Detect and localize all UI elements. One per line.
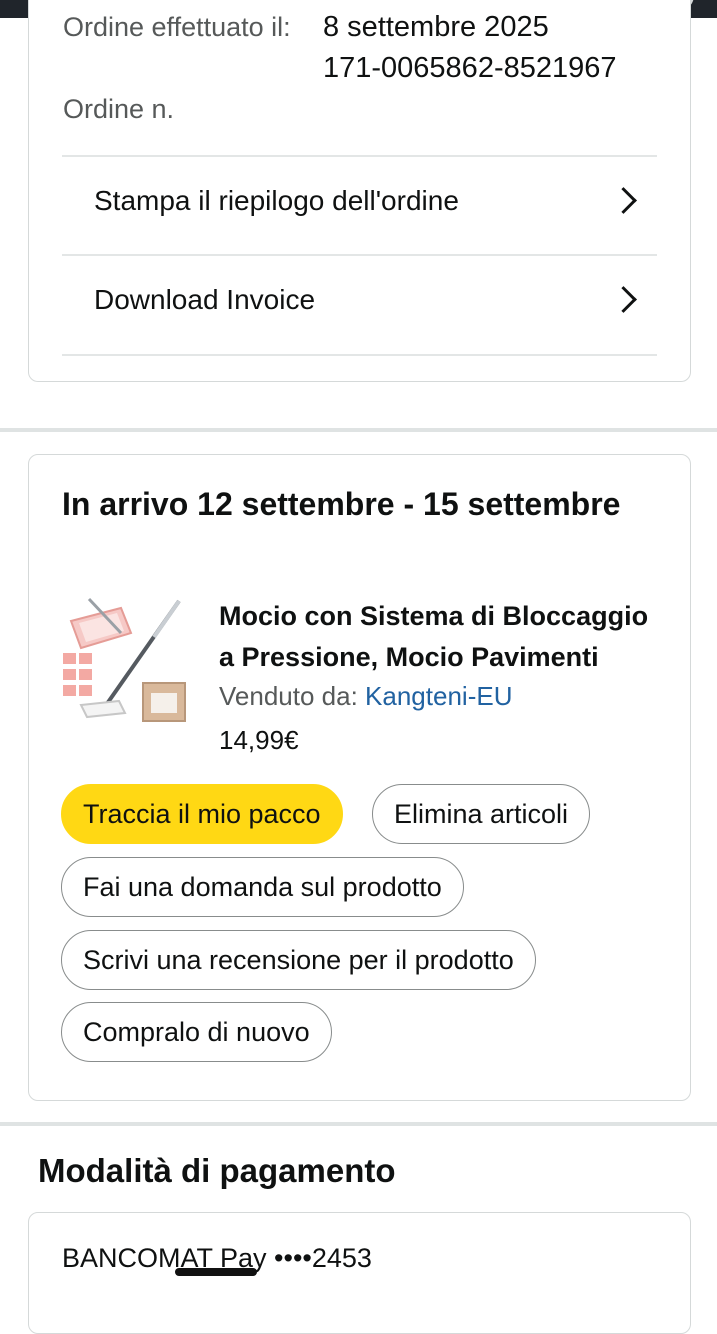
home-indicator bbox=[175, 1268, 257, 1276]
seller-link[interactable]: Kangteni-EU bbox=[365, 681, 512, 711]
order-date-value: 8 settembre 2025 bbox=[323, 11, 549, 43]
product-image[interactable] bbox=[59, 593, 189, 728]
product-title[interactable]: Mocio con Sistema di Bloccaggio a Pressi… bbox=[219, 596, 669, 678]
print-summary-label: Stampa il riepilogo dell'ordine bbox=[94, 185, 459, 216]
divider bbox=[62, 354, 657, 356]
payment-card[interactable]: BANCOMAT Pay ••••2453 bbox=[28, 1212, 691, 1334]
chevron-right-icon bbox=[610, 187, 637, 214]
product-price: 14,99€ bbox=[219, 725, 299, 755]
download-invoice-label: Download Invoice bbox=[94, 284, 316, 315]
sold-by-label: Venduto da: bbox=[219, 681, 358, 711]
delete-items-button[interactable]: Elimina articoli bbox=[372, 784, 591, 844]
order-number-label: Ordine n. bbox=[63, 94, 175, 124]
order-date-label: Ordine effettuato il: bbox=[63, 12, 291, 42]
print-summary-row[interactable]: Stampa il riepilogo dell'ordine bbox=[62, 157, 657, 255]
chevron-right-icon bbox=[610, 286, 637, 313]
payment-section-title: Modalità di pagamento bbox=[38, 1152, 396, 1189]
order-number-value: 171-0065862-8521967 bbox=[323, 52, 617, 84]
track-package-button[interactable]: Traccia il mio pacco bbox=[61, 784, 343, 844]
delivery-title: In arrivo 12 settembre - 15 settembre bbox=[62, 486, 621, 522]
section-separator bbox=[0, 1122, 717, 1126]
download-invoice-row[interactable]: Download Invoice bbox=[62, 256, 657, 354]
order-info-card: Ordine effettuato il: 8 settembre 2025 1… bbox=[28, 0, 691, 382]
sold-by: Venduto da: Kangteni-EU bbox=[219, 681, 512, 712]
buy-again-button[interactable]: Compralo di nuovo bbox=[61, 1002, 332, 1062]
section-separator bbox=[0, 428, 717, 432]
ask-question-button[interactable]: Fai una domanda sul prodotto bbox=[61, 857, 464, 917]
delivery-card: In arrivo 12 settembre - 15 settembre Mo… bbox=[28, 454, 691, 1101]
write-review-button[interactable]: Scrivi una recensione per il prodotto bbox=[61, 930, 536, 990]
